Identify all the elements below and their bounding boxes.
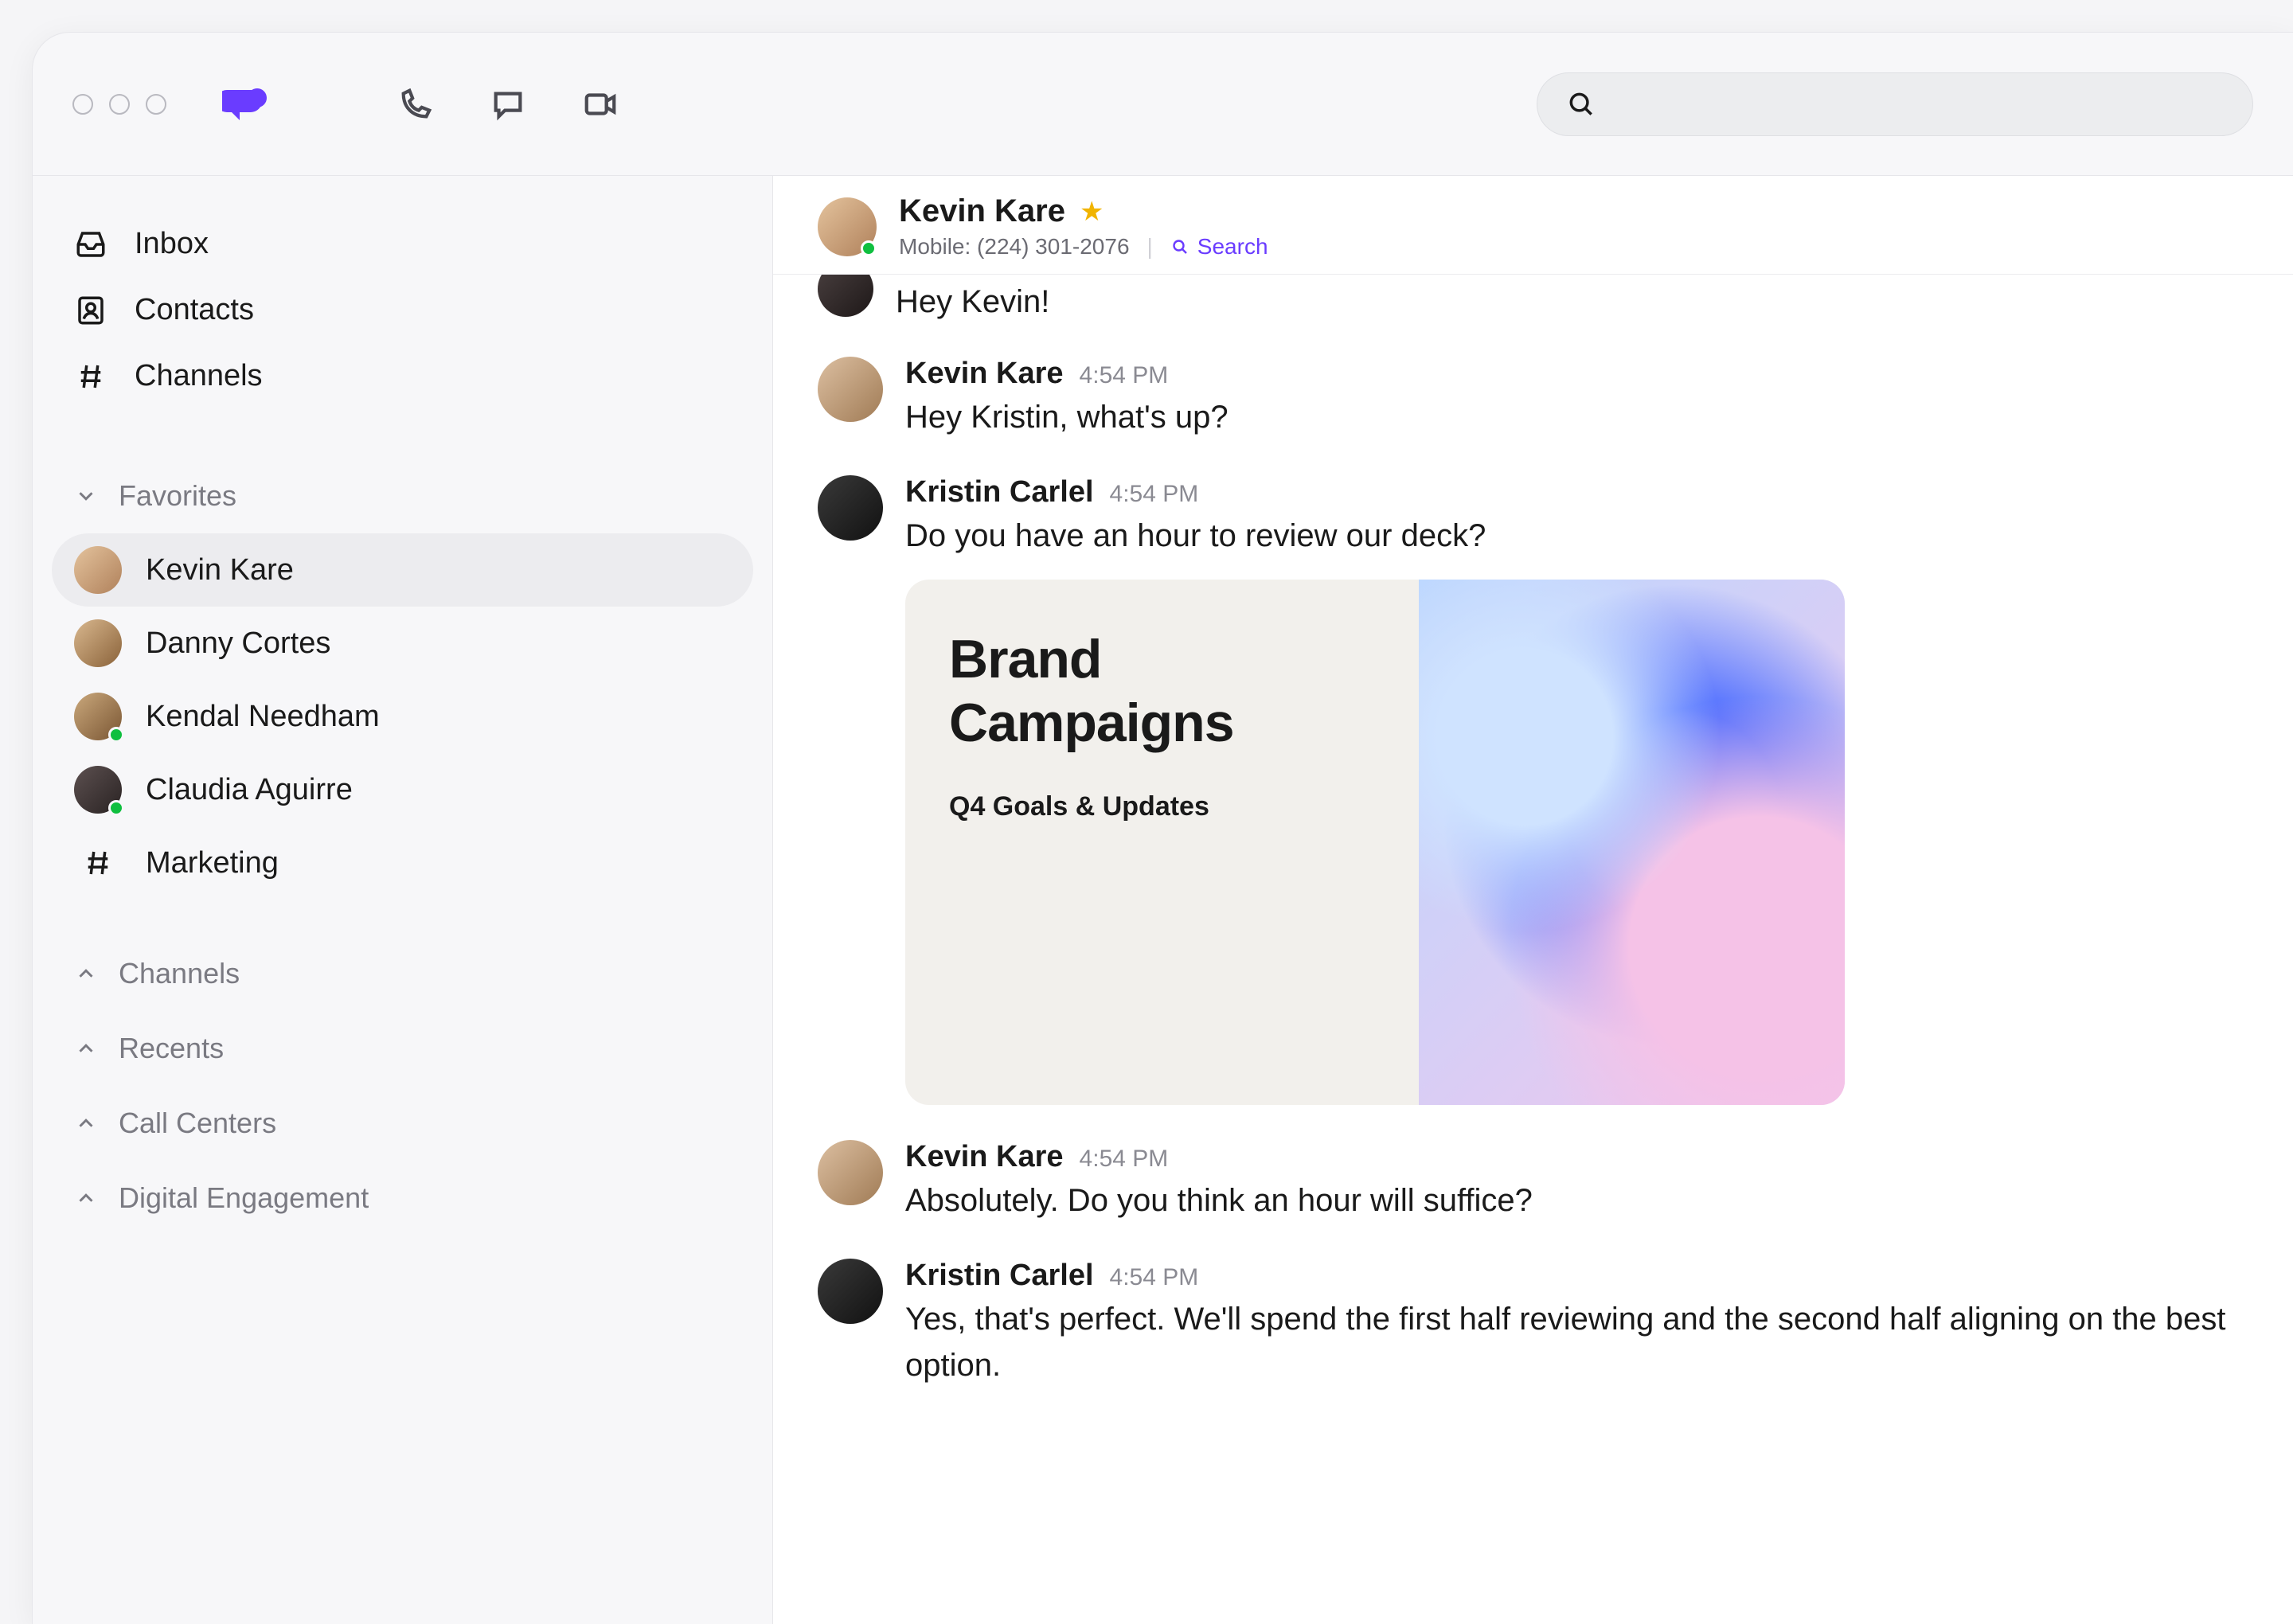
star-icon[interactable]: ★	[1080, 196, 1104, 228]
conversation-pane: Kevin Kare ★ Mobile: (224) 301-2076 | Se…	[773, 176, 2293, 1624]
collapsed-label: Recents	[119, 1032, 224, 1065]
sidebar-section-call-centers-collapsed[interactable]: Call Centers	[52, 1086, 753, 1161]
chevron-up-icon	[74, 1186, 98, 1210]
conversation-search-label: Search	[1197, 234, 1268, 260]
chevron-up-icon	[74, 1036, 98, 1060]
favorite-label: Marketing	[146, 846, 279, 880]
chevron-up-icon	[74, 1111, 98, 1135]
message-body: Absolutely. Do you think an hour will su…	[905, 1177, 2248, 1224]
sidebar: Inbox Contacts Channels Favorites	[33, 176, 773, 1624]
app-window: Inbox Contacts Channels Favorites	[32, 32, 2293, 1624]
conversation-phone: Mobile: (224) 301-2076	[899, 234, 1130, 260]
conversation-avatar[interactable]	[818, 197, 877, 256]
avatar	[818, 1259, 883, 1324]
avatar	[74, 619, 122, 667]
attachment-text: Brand Campaigns Q4 Goals & Updates	[905, 580, 1419, 1105]
presence-online-icon	[861, 240, 877, 256]
search-icon	[1170, 237, 1189, 256]
message-icon[interactable]	[490, 86, 526, 123]
sidebar-section-favorites: Favorites Kevin Kare Danny Cortes Kendal…	[52, 473, 753, 900]
sidebar-item-label: Inbox	[135, 227, 209, 261]
message-time: 4:54 PM	[1110, 1264, 1199, 1291]
attachment-subtitle: Q4 Goals & Updates	[949, 791, 1375, 822]
inbox-icon	[74, 228, 107, 261]
favorite-kendal-needham[interactable]: Kendal Needham	[52, 680, 753, 753]
avatar	[818, 275, 873, 317]
conversation-title: Kevin Kare	[899, 193, 1065, 229]
traffic-zoom[interactable]	[146, 94, 166, 115]
message-time: 4:54 PM	[1080, 1146, 1169, 1173]
contact-icon	[74, 294, 107, 327]
conversation-search[interactable]: Search	[1170, 234, 1268, 260]
message: Kevin Kare 4:54 PM Hey Kristin, what's u…	[818, 330, 2248, 448]
favorite-label: Danny Cortes	[146, 627, 330, 661]
traffic-minimize[interactable]	[109, 94, 130, 115]
favorite-label: Kendal Needham	[146, 700, 380, 734]
sidebar-item-label: Contacts	[135, 293, 254, 327]
channel-hash-icon	[74, 839, 122, 887]
avatar	[818, 357, 883, 422]
collapsed-label: Channels	[119, 957, 240, 990]
favorite-label: Claudia Aguirre	[146, 773, 353, 807]
favorites-label: Favorites	[119, 479, 236, 513]
chevron-down-icon	[74, 484, 98, 508]
traffic-close[interactable]	[72, 94, 93, 115]
favorite-kevin-kare[interactable]: Kevin Kare	[52, 533, 753, 607]
avatar	[818, 1140, 883, 1205]
favorite-label: Kevin Kare	[146, 553, 294, 588]
attachment-title: Brand Campaigns	[949, 627, 1375, 755]
message-time: 4:54 PM	[1110, 481, 1199, 508]
brand-logo-icon	[222, 85, 270, 123]
favorites-header[interactable]: Favorites	[52, 473, 753, 533]
presence-online-icon	[108, 800, 124, 816]
hash-icon	[74, 360, 107, 393]
favorite-marketing[interactable]: Marketing	[52, 826, 753, 900]
sidebar-section-recents-collapsed[interactable]: Recents	[52, 1011, 753, 1086]
sidebar-nav: Inbox Contacts Channels	[52, 211, 753, 409]
search-icon	[1566, 89, 1596, 119]
message: Kevin Kare 4:54 PM Absolutely. Do you th…	[818, 1113, 2248, 1232]
titlebar-tools	[397, 86, 619, 123]
sidebar-item-label: Channels	[135, 359, 263, 393]
message-body: Hey Kristin, what's up?	[905, 394, 2248, 440]
avatar	[74, 546, 122, 594]
message-sender: Kristin Carlel	[905, 475, 1094, 509]
message: Kristin Carlel 4:54 PM Do you have an ho…	[818, 448, 2248, 1113]
message-list: Hey Kevin! Kevin Kare 4:54 PM Hey Kristi…	[773, 275, 2293, 1624]
message-body: Do you have an hour to review our deck?	[905, 513, 2248, 559]
avatar	[74, 693, 122, 740]
conversation-header: Kevin Kare ★ Mobile: (224) 301-2076 | Se…	[773, 176, 2293, 275]
chevron-up-icon	[74, 962, 98, 986]
collapsed-label: Digital Engagement	[119, 1181, 369, 1215]
attachment-preview-image	[1419, 580, 1845, 1105]
message-fragment: Hey Kevin!	[818, 275, 2248, 330]
sidebar-section-digital-engagement-collapsed[interactable]: Digital Engagement	[52, 1161, 753, 1236]
collapsed-label: Call Centers	[119, 1107, 276, 1140]
avatar	[74, 766, 122, 814]
sidebar-item-channels[interactable]: Channels	[52, 343, 753, 409]
message-sender: Kristin Carlel	[905, 1259, 1094, 1293]
separator: |	[1147, 234, 1153, 260]
message-body: Yes, that's perfect. We'll spend the fir…	[905, 1296, 2248, 1388]
titlebar	[33, 33, 2293, 176]
message-body: Hey Kevin!	[896, 284, 1049, 320]
window-controls	[72, 94, 166, 115]
favorite-danny-cortes[interactable]: Danny Cortes	[52, 607, 753, 680]
sidebar-section-channels-collapsed[interactable]: Channels	[52, 936, 753, 1011]
attachment-card[interactable]: Brand Campaigns Q4 Goals & Updates	[905, 580, 1845, 1105]
message: Kristin Carlel 4:54 PM Yes, that's perfe…	[818, 1232, 2248, 1396]
global-search[interactable]	[1537, 72, 2253, 136]
sidebar-item-contacts[interactable]: Contacts	[52, 277, 753, 343]
message-sender: Kevin Kare	[905, 357, 1064, 391]
presence-online-icon	[108, 727, 124, 743]
video-icon[interactable]	[582, 86, 619, 123]
global-search-input[interactable]	[1614, 88, 2224, 119]
favorite-claudia-aguirre[interactable]: Claudia Aguirre	[52, 753, 753, 826]
message-sender: Kevin Kare	[905, 1140, 1064, 1174]
sidebar-item-inbox[interactable]: Inbox	[52, 211, 753, 277]
message-time: 4:54 PM	[1080, 362, 1169, 389]
phone-icon[interactable]	[397, 86, 434, 123]
avatar	[818, 475, 883, 541]
